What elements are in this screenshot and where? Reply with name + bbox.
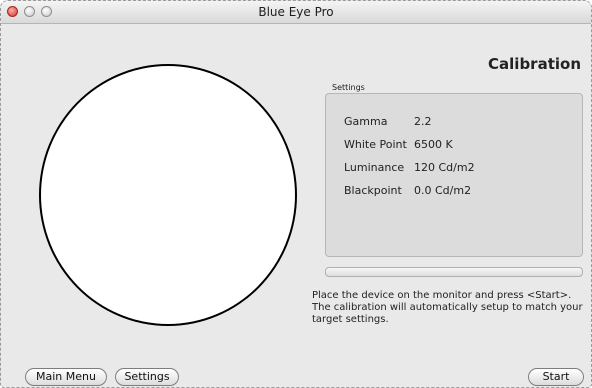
setting-row-blackpoint: Blackpoint 0.0 Cd/m2 <box>344 184 471 197</box>
setting-label: Gamma <box>344 115 388 128</box>
setting-label: Luminance <box>344 161 405 174</box>
setting-label: Blackpoint <box>344 184 402 197</box>
window-title: Blue Eye Pro <box>258 5 334 19</box>
settings-group-box: Gamma 2.2 White Point 6500 K Luminance 120 … <box>325 93 583 257</box>
page-title: Calibration <box>488 55 581 73</box>
settings-group-caption: Settings <box>332 83 365 92</box>
setting-row-luminance: Luminance 120 Cd/m2 <box>344 161 475 174</box>
setting-row-gamma: Gamma 2.2 <box>344 115 432 128</box>
start-button[interactable]: Start <box>528 368 584 386</box>
main-menu-button[interactable]: Main Menu <box>25 368 107 386</box>
setting-label: White Point <box>344 138 407 151</box>
calibration-target-circle <box>39 64 297 326</box>
instructions-text: Place the device on the monitor and pres… <box>312 290 583 325</box>
settings-button[interactable]: Settings <box>115 368 179 386</box>
setting-value: 6500 K <box>414 138 453 151</box>
app-window: Blue Eye Pro Calibration Settings Gamma 2… <box>0 0 592 388</box>
setting-value: 120 Cd/m2 <box>414 161 475 174</box>
title-bar[interactable]: Blue Eye Pro <box>1 1 591 24</box>
setting-value: 2.2 <box>414 115 432 128</box>
setting-value: 0.0 Cd/m2 <box>414 184 472 197</box>
setting-row-white-point: White Point 6500 K <box>344 138 453 151</box>
calibration-progress-bar <box>325 267 583 277</box>
